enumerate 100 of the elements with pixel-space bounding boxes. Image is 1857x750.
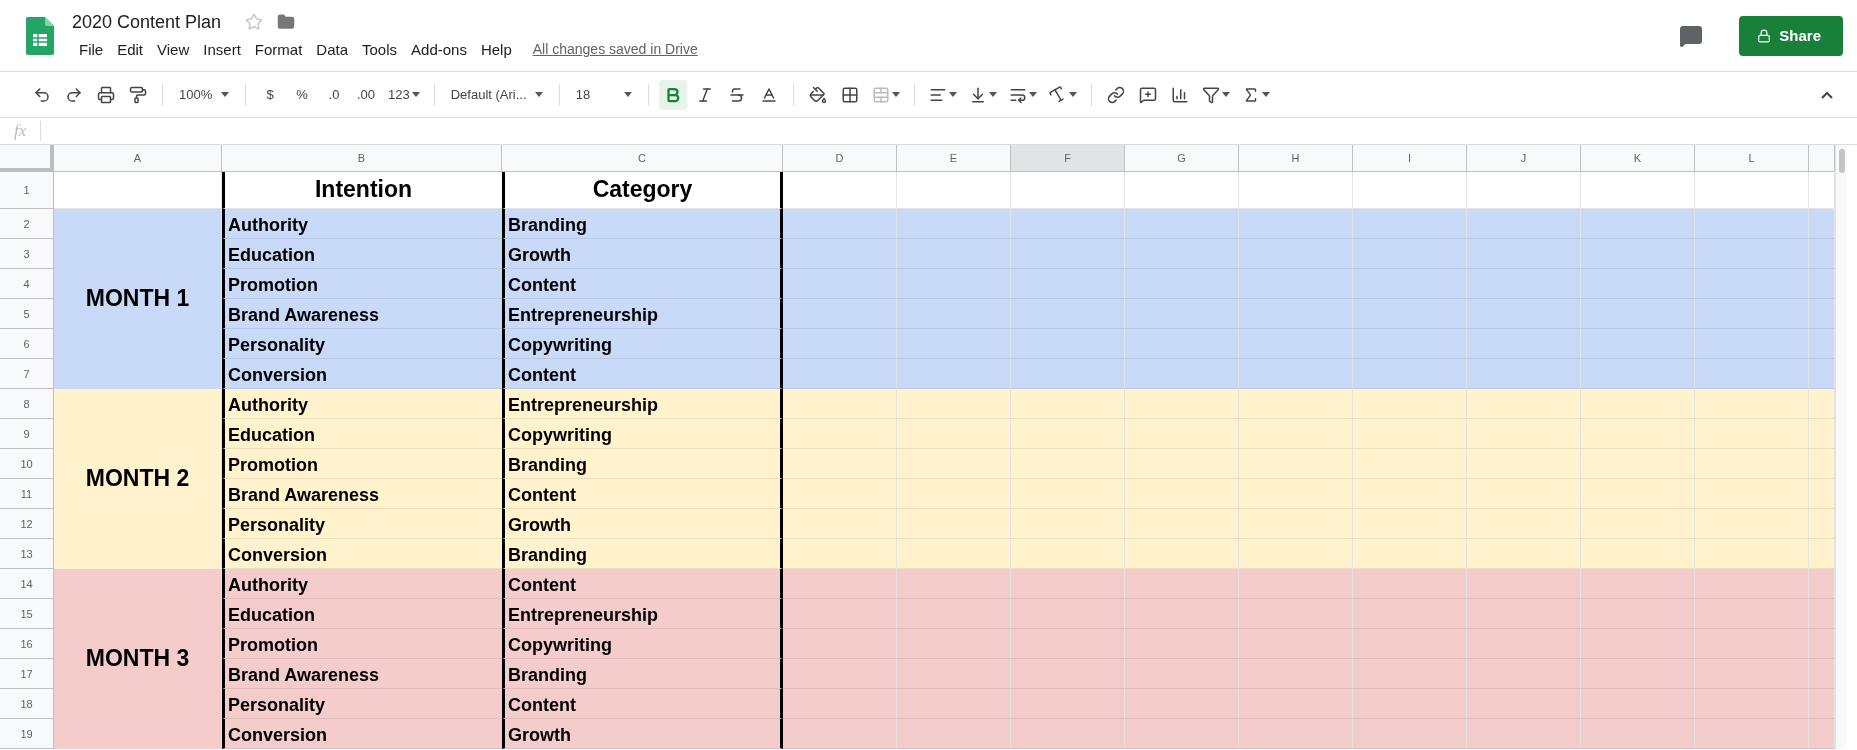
table-cell: Authority [222,569,502,599]
column-header[interactable]: J [1467,145,1581,172]
table-cell: Brand Awareness [222,659,502,689]
caret-icon [1028,92,1037,97]
table-cell: Conversion [222,539,502,569]
column-header[interactable]: E [897,145,1011,172]
table-cell: Personality [222,509,502,539]
paint-roller-icon [129,85,147,104]
lock-icon [1757,28,1772,43]
merge-cells-icon [871,85,890,104]
menu-item[interactable]: Help [473,38,519,60]
column-header[interactable]: H [1239,145,1353,172]
caret-icon [1261,92,1270,97]
column-header[interactable]: B [222,145,502,172]
caret-icon [1068,92,1077,97]
table-cell: Branding [502,449,783,479]
menu-item[interactable]: Tools [355,38,405,60]
column-header[interactable]: C [502,145,783,172]
menu-item[interactable]: Format [247,38,310,60]
column-header[interactable]: L [1695,145,1809,172]
table-cell: Content [502,689,783,719]
row-number: 6 [0,329,54,359]
row-number: 17 [0,659,54,689]
table-cell: Brand Awareness [222,299,502,329]
caret-icon [411,92,420,97]
column-header[interactable]: D [783,145,897,172]
menu-item[interactable]: File [72,38,111,60]
menu-item[interactable]: Add-ons [404,38,474,60]
caret-icon [891,92,900,97]
bold-button[interactable] [658,79,687,110]
row-number: 18 [0,689,54,719]
month-label: MONTH 1 [54,209,222,389]
menu-item[interactable]: Data [309,38,355,60]
month-label: MONTH 2 [54,389,222,569]
paint-bucket-icon [808,85,827,104]
table-cell: Entrepreneurship [502,389,783,419]
table-cell: Authority [222,209,502,239]
table-cell: Promotion [222,449,502,479]
column-header[interactable]: I [1353,145,1467,172]
decrease-decimal-button[interactable]: .0 [320,79,348,110]
funnel-icon [1201,85,1220,104]
column-header[interactable]: K [1581,145,1695,172]
table-cell: Authority [222,389,502,419]
table-cell: Entrepreneurship [502,599,783,629]
increase-decimal-button[interactable]: .00 [352,79,380,110]
menu-item[interactable]: View [150,38,197,60]
row-number: 19 [0,719,54,749]
column-header[interactable]: A [54,145,222,172]
row-number: 13 [0,539,54,569]
font-size-dropdown[interactable]: 18 [569,79,638,110]
table-cell: Copywriting [502,419,783,449]
column-header[interactable]: G [1125,145,1239,172]
row-number: 10 [0,449,54,479]
table-cell: Brand Awareness [222,479,502,509]
column-title: Category [502,172,783,209]
column-header[interactable]: F [1011,145,1125,172]
currency-button[interactable]: $ [256,79,284,110]
table-cell: Growth [502,719,783,749]
comment-plus-icon [1138,85,1157,104]
table-cell: Promotion [222,629,502,659]
table-cell: Education [222,419,502,449]
table-cell: Content [502,569,783,599]
row-number: 5 [0,299,54,329]
scrollbar-thumb[interactable] [1838,149,1845,173]
table-cell: Branding [502,659,783,689]
table-cell: Education [222,599,502,629]
row-number: 15 [0,599,54,629]
row-number: 7 [0,359,54,389]
text-color-icon [759,85,778,104]
table-cell: Content [502,359,783,389]
caret-icon [988,92,997,97]
number-format-button[interactable]: 123 [384,79,424,110]
row-number: 9 [0,419,54,449]
table-cell: Content [502,269,783,299]
zoom-dropdown[interactable]: 100% [173,79,235,110]
table-cell: Branding [502,209,783,239]
table-cell: Education [222,239,502,269]
row-number: 3 [0,239,54,269]
chevron-up-icon [1821,90,1833,99]
share-button[interactable]: Share [1739,15,1843,56]
save-status-link[interactable]: All changes saved in Drive [532,41,698,57]
menu-item[interactable]: Insert [196,38,248,60]
redo-icon [65,85,83,104]
caret-icon [948,92,957,97]
table-cell: Growth [502,239,783,269]
row-number: 11 [0,479,54,509]
comment-icon [1679,23,1704,48]
percent-button[interactable]: % [288,79,316,110]
undo-icon [33,85,51,104]
menu-item[interactable]: Edit [110,38,151,60]
font-dropdown[interactable]: Default (Ari... [444,79,549,110]
table-cell: Promotion [222,269,502,299]
caret-icon [1221,92,1230,97]
table-cell: Branding [502,539,783,569]
caret-icon [221,92,229,97]
document-title[interactable]: 2020 Content Plan [72,11,222,33]
vertical-scrollbar[interactable] [1835,145,1847,749]
row-number: 2 [0,209,54,239]
row-number: 4 [0,269,54,299]
table-cell: Personality [222,689,502,719]
